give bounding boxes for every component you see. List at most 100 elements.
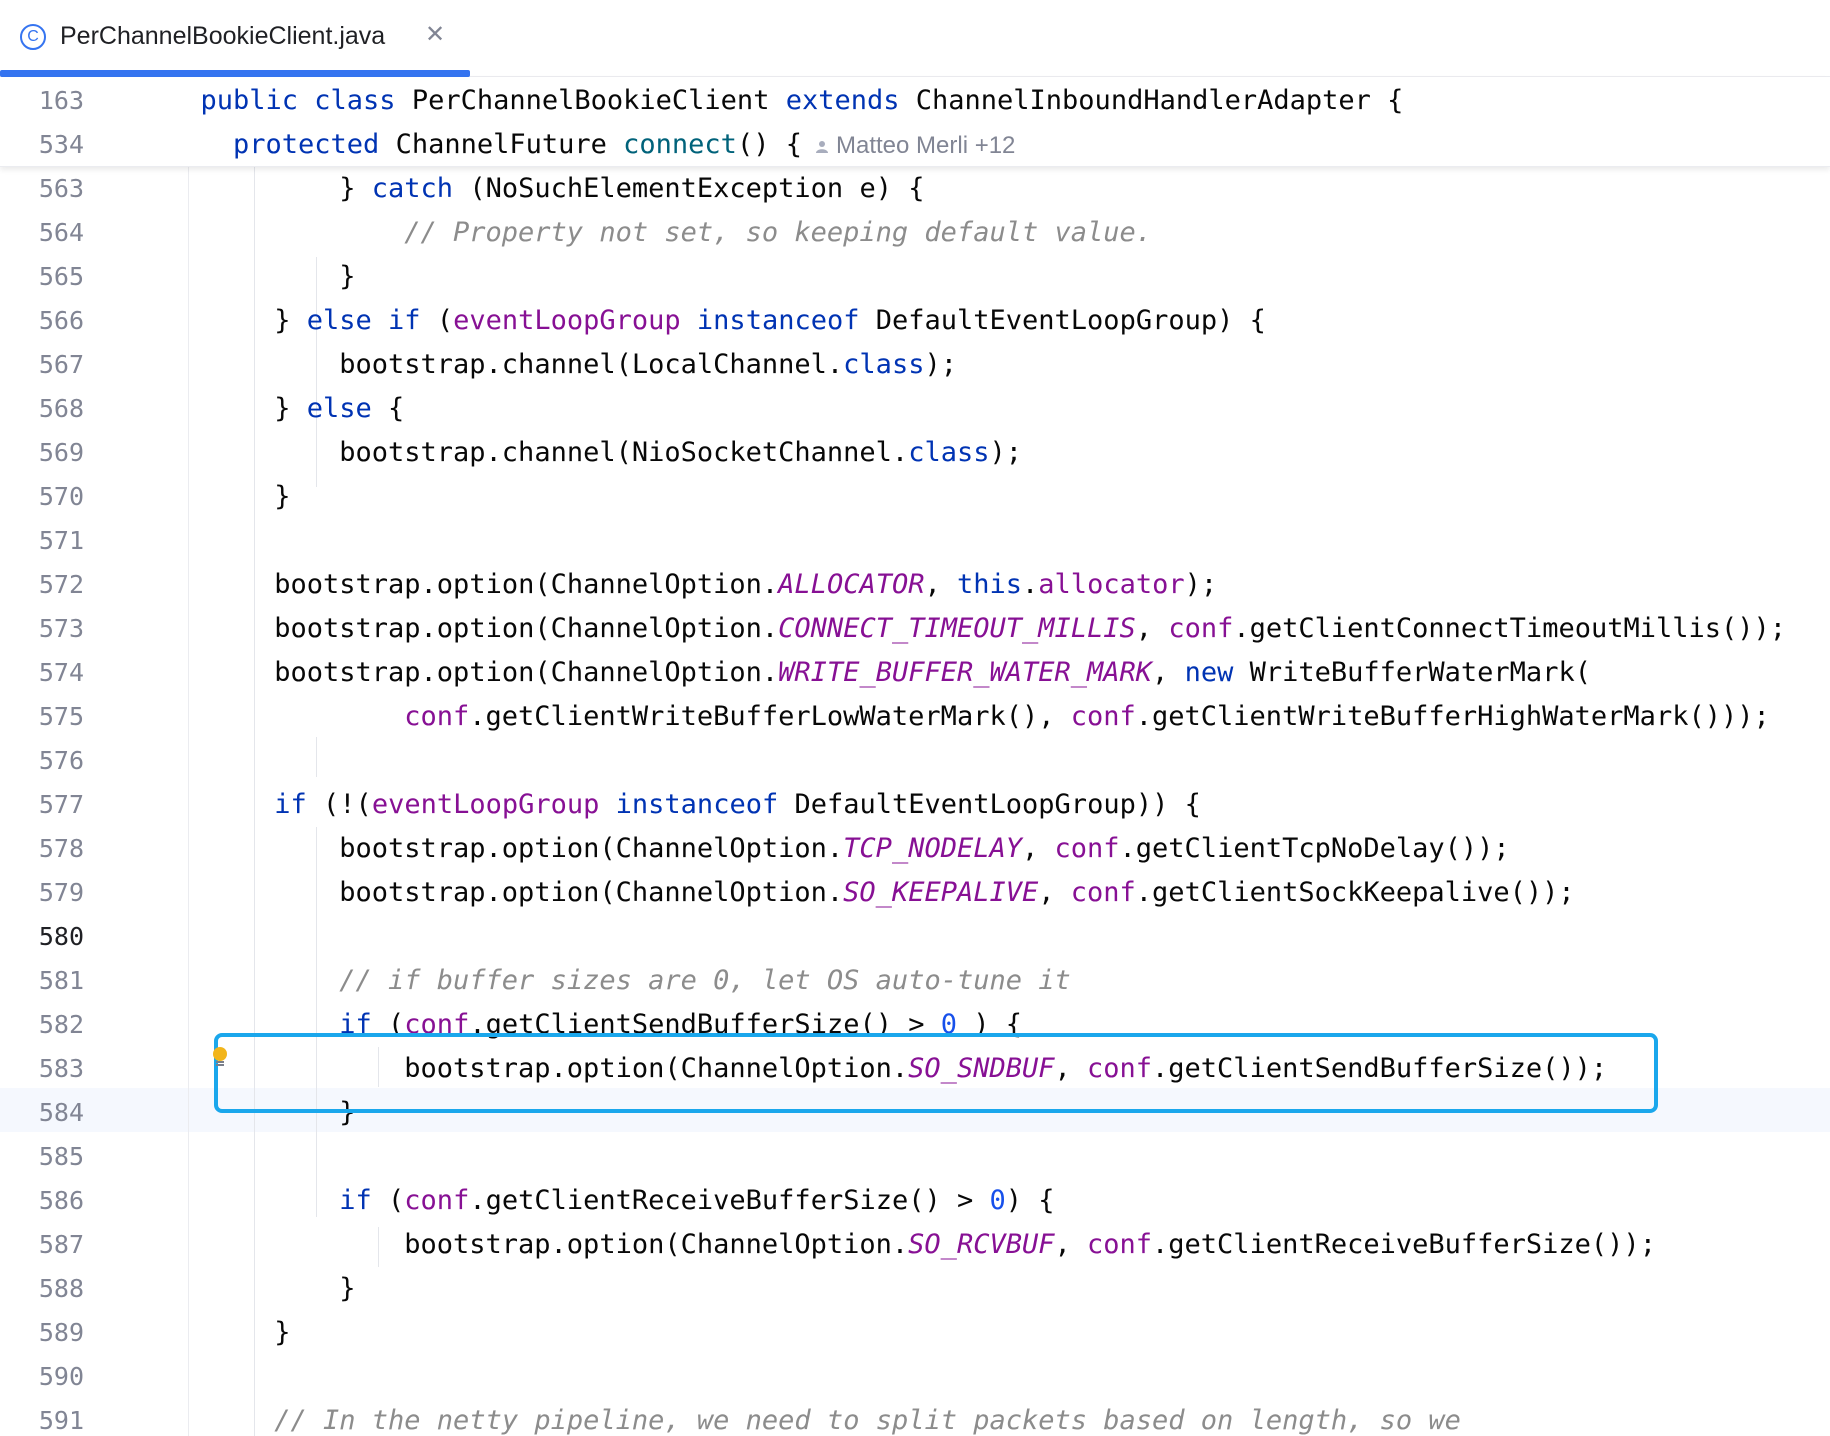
code-line[interactable]: 590 (0, 1355, 1830, 1399)
sticky-line[interactable]: 534 protected ChannelFuture connect() { M… (0, 123, 1830, 167)
code-text: , (1054, 1229, 1087, 1260)
code-text: ( (436, 305, 454, 336)
code-line[interactable]: 575 conf.getClientWriteBufferLowWaterMark… (0, 695, 1830, 739)
line-number: 569 (38, 438, 84, 467)
code-text: bootstrap.option(ChannelOption. (339, 833, 844, 864)
code-text: bootstrap.option(ChannelOption. (339, 877, 844, 908)
code-number: 0 (989, 1185, 1006, 1216)
code-field: eventLoopGroup (371, 789, 616, 820)
tab-perchannelbookieclient[interactable]: C PerChannelBookieClient.java ✕ (0, 0, 470, 77)
code-keyword: extends (785, 85, 916, 116)
code-line[interactable]: 574 bootstrap.option(ChannelOption.WRITE_… (0, 651, 1830, 695)
code-field: ALLOCATOR (778, 569, 925, 600)
code-line[interactable]: 585 (0, 1135, 1830, 1179)
editor-tab-bar: C PerChannelBookieClient.java ✕ (0, 0, 1830, 77)
code-content: } catch (NoSuchElementException e) { (339, 167, 924, 211)
code-content: if (!(eventLoopGroup instanceof DefaultE… (274, 783, 1201, 827)
code-content: bootstrap.option(ChannelOption.CONNECT_T… (274, 607, 1786, 651)
code-line[interactable]: 570} (0, 475, 1830, 519)
line-number: 578 (38, 834, 84, 863)
code-text: .getClientWriteBufferHighWaterMark())); (1135, 701, 1770, 732)
line-number: 585 (38, 1142, 84, 1171)
code-text: DefaultEventLoopGroup)) { (794, 789, 1201, 820)
code-line[interactable]: 568} else { (0, 387, 1830, 431)
code-editor[interactable]: 563} catch (NoSuchElementException e) {5… (0, 167, 1830, 1436)
code-text: , (1135, 613, 1169, 644)
code-text: ); (989, 437, 1022, 468)
code-line[interactable]: 563 } catch (NoSuchElementException e) { (0, 167, 1830, 211)
code-line[interactable]: 587 bootstrap.option(ChannelOption.SO_RCV… (0, 1223, 1830, 1267)
line-number: 568 (38, 394, 84, 423)
line-number: 574 (38, 658, 84, 687)
code-field: conf (1070, 877, 1136, 908)
code-line[interactable]: 591 // In the netty pipeline, we need to … (0, 1399, 1830, 1436)
line-number: 590 (38, 1362, 84, 1391)
code-text: (!( (323, 789, 372, 820)
active-tab-indicator (0, 70, 470, 77)
code-field: eventLoopGroup (453, 305, 697, 336)
code-text: (NoSuchElementException e) { (469, 173, 925, 204)
selection-highlight-box (214, 1033, 1658, 1113)
code-line[interactable]: 578 bootstrap.option(ChannelOption.TCP_NO… (0, 827, 1830, 871)
code-line[interactable]: 589} (0, 1311, 1830, 1355)
code-text: } (274, 1317, 291, 1348)
line-number: 582 (38, 1010, 84, 1039)
code-line[interactable]: 569 bootstrap.channel(NioSocketChannel.cl… (0, 431, 1830, 475)
code-field: conf (1168, 613, 1234, 644)
code-text: } (339, 173, 372, 204)
code-content: } (339, 1267, 355, 1311)
code-line[interactable]: 588} (0, 1267, 1830, 1311)
code-text: .getClientTcpNoDelay()); (1119, 833, 1510, 864)
code-field: WRITE_BUFFER_WATER_MARK (778, 657, 1153, 688)
code-text: ChannelFuture (395, 129, 624, 160)
code-text: ChannelInboundHandlerAdapter { (915, 85, 1404, 116)
tab-title: PerChannelBookieClient.java (60, 22, 386, 50)
code-keyword: public class (200, 85, 412, 116)
code-line[interactable]: 577 if (!(eventLoopGroup instanceof Defau… (0, 783, 1830, 827)
code-content: } (339, 255, 355, 299)
code-text: } (339, 261, 356, 292)
lightbulb-icon[interactable] (212, 1047, 228, 1069)
code-line[interactable]: 571 (0, 519, 1830, 563)
code-line[interactable]: 579 bootstrap.option(ChannelOption.SO_KEE… (0, 871, 1830, 915)
code-text: } (339, 1273, 356, 1304)
line-number: 581 (38, 966, 84, 995)
sticky-line[interactable]: 163 public class PerChannelBookieClient e… (0, 79, 1830, 123)
code-line[interactable]: 580 (0, 915, 1830, 959)
code-field: TCP_NODELAY (843, 833, 1022, 864)
code-line[interactable]: 565} (0, 255, 1830, 299)
code-keyword: class (843, 349, 925, 380)
code-text: bootstrap.channel(LocalChannel. (339, 349, 844, 380)
code-line[interactable]: 564 // Property not set, so keeping defau… (0, 211, 1830, 255)
code-content: bootstrap.option(ChannelOption.ALLOCATOR… (274, 563, 1217, 607)
sticky-lines-panel: 163 public class PerChannelBookieClient e… (0, 77, 1830, 167)
line-number: 584 (38, 1098, 84, 1127)
code-text: , (1021, 833, 1055, 864)
close-icon[interactable]: ✕ (425, 20, 445, 48)
code-text: , (924, 569, 957, 600)
code-content: bootstrap.option(ChannelOption.TCP_NODEL… (339, 827, 1509, 871)
code-comment: // In the netty pipeline, we need to spl… (274, 1405, 1461, 1436)
code-keyword: new (1184, 657, 1250, 688)
code-content: } (274, 1311, 290, 1355)
code-content: bootstrap.channel(NioSocketChannel.class… (339, 431, 1022, 475)
code-line[interactable]: 566} else if (eventLoopGroup instanceof … (0, 299, 1830, 343)
code-text: .getClientConnectTimeoutMillis()); (1233, 613, 1787, 644)
author-hint[interactable]: Matteo Merli +12 (802, 132, 1015, 159)
code-line[interactable]: 586 if (conf.getClientReceiveBufferSize()… (0, 1179, 1830, 1223)
line-number: 576 (38, 746, 84, 775)
code-line[interactable]: 567 bootstrap.channel(LocalChannel.class)… (0, 343, 1830, 387)
code-field: SO_RCVBUF (908, 1229, 1055, 1260)
code-method-name: connect (623, 129, 737, 160)
code-text: WriteBufferWaterMark( (1249, 657, 1591, 688)
code-content: protected ChannelFuture connect() { Matt… (233, 123, 1015, 168)
code-line[interactable]: 573 bootstrap.option(ChannelOption.CONNEC… (0, 607, 1830, 651)
line-number: 572 (38, 570, 84, 599)
code-text: , (1038, 877, 1071, 908)
code-line[interactable]: 581 // if buffer sizes are 0, let OS auto… (0, 959, 1830, 1003)
code-content: bootstrap.option(ChannelOption.SO_KEEPAL… (339, 871, 1574, 915)
code-line[interactable]: 572 bootstrap.option(ChannelOption.ALLOCA… (0, 563, 1830, 607)
user-icon (816, 140, 829, 153)
line-number: 563 (38, 174, 84, 203)
code-line[interactable]: 576 (0, 739, 1830, 783)
